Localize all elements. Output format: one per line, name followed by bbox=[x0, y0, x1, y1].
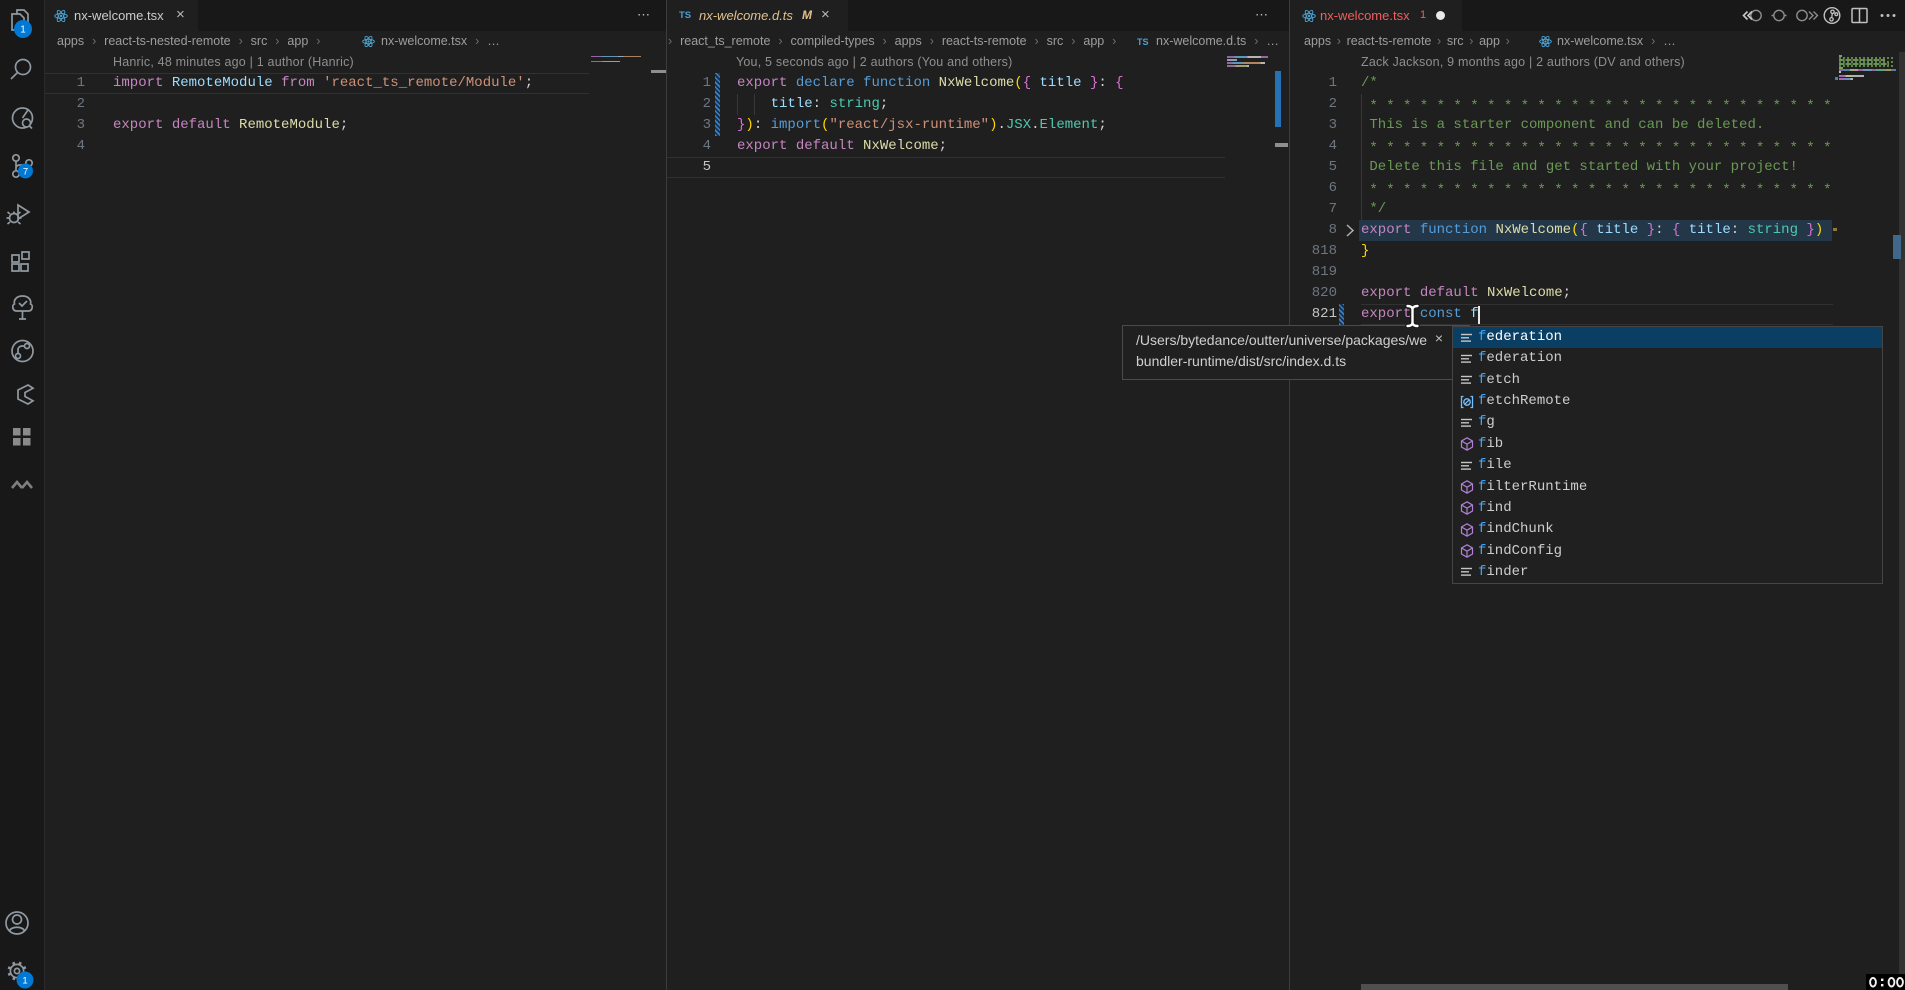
svg-text:7: 7 bbox=[23, 167, 28, 178]
svg-text:1: 1 bbox=[22, 976, 27, 987]
svg-text:1: 1 bbox=[20, 25, 26, 36]
